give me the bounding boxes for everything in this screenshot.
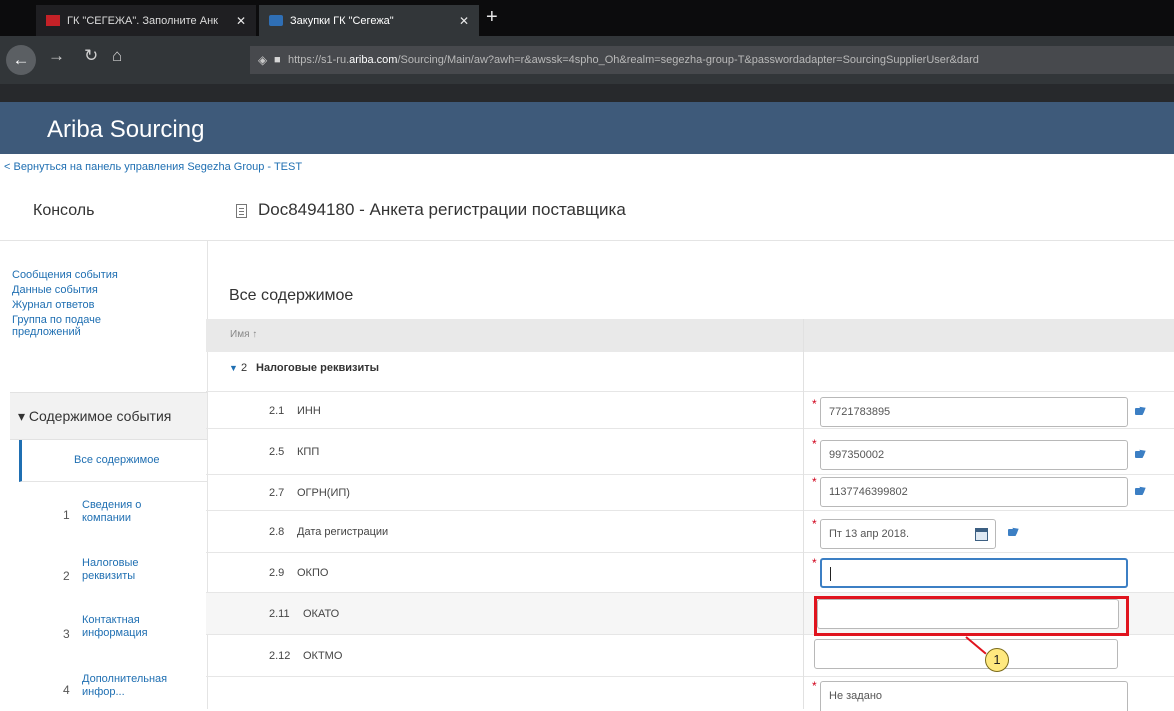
row-number: 2.9 <box>269 567 285 579</box>
sidebar-links: Сообщения события Данные события Журнал … <box>12 269 192 341</box>
table-header: Имя ↑ <box>206 319 1174 352</box>
console-title: Консоль <box>33 202 95 219</box>
url-path: /Sourcing/Main/aw?awh=r&awssk=4spho_Oh&r… <box>397 54 979 66</box>
row-number: 2.1 <box>269 405 285 417</box>
group-row-tax-details[interactable]: ▼ 2 Налоговые реквизиты <box>206 352 1174 392</box>
okpo-field[interactable] <box>820 558 1128 588</box>
tab-title: Закупки ГК "Сегежа" <box>290 14 394 27</box>
required-marker: * <box>812 397 817 411</box>
url-bar[interactable]: ◈ ■ https://s1-ru.ariba.com/Sourcing/Mai… <box>250 46 1174 74</box>
callout-badge: 1 <box>985 648 1009 672</box>
sidebar-item-label: Все содержимое <box>74 454 160 466</box>
sidebar-link-event-messages[interactable]: Сообщения события <box>12 269 192 281</box>
back-to-dashboard-link[interactable]: < Вернуться на панель управления Segezha… <box>4 161 302 173</box>
back-arrow-icon[interactable]: ← <box>6 45 36 75</box>
lock-icon: ■ <box>274 54 281 66</box>
group-number: 2 <box>241 362 248 374</box>
row-number: 2.5 <box>269 446 285 458</box>
browser-nav-bar: ← → ↻ ⌂ ◈ ■ https://s1-ru.ariba.com/Sour… <box>0 36 1174 84</box>
tab-title: ГК "СЕГЕЖА". Заполните Анк <box>67 14 218 27</box>
sidebar-item-additional-info[interactable]: Дополнительная инфор... <box>82 673 182 699</box>
document-icon <box>236 204 247 218</box>
header-divider <box>0 240 1174 241</box>
okato-highlight-box <box>814 596 1129 636</box>
sidebar-item-all-content[interactable]: Все содержимое <box>19 440 207 482</box>
kpp-field[interactable]: 997350002 <box>820 440 1128 470</box>
inn-field[interactable]: 7721783895 <box>820 397 1128 427</box>
copy-value-icon[interactable] <box>1135 448 1149 459</box>
sidebar-item-contact-info[interactable]: Контактная информация <box>82 614 182 640</box>
row-label: Дата регистрации <box>297 526 389 538</box>
required-marker: * <box>812 475 817 489</box>
row-label: ОКТМО <box>303 650 343 662</box>
row-number: 2.12 <box>269 650 291 662</box>
ariba-favicon-icon <box>269 15 283 26</box>
sidebar-link-event-data[interactable]: Данные события <box>12 284 192 296</box>
url-host: ariba.com <box>349 54 398 66</box>
page-title: Doc8494180 - Анкета регистрации поставщи… <box>258 200 626 219</box>
sidebar-link-response-log[interactable]: Журнал ответов <box>12 299 192 311</box>
sidebar-item-number: 1 <box>63 508 70 522</box>
browser-tab-1[interactable]: ГК "СЕГЕЖА". Заполните Анк ✕ <box>36 5 256 36</box>
copy-value-icon[interactable] <box>1135 405 1149 416</box>
text-cursor <box>830 567 831 582</box>
row-label: ОКАТО <box>303 608 340 620</box>
close-tab-icon[interactable]: ✕ <box>236 14 246 28</box>
sidebar-item-company-info[interactable]: Сведения о компании <box>82 499 182 525</box>
new-tab-icon[interactable]: + <box>486 6 498 29</box>
sidebar-section-event-content[interactable]: ▾ Содержимое события <box>10 392 207 440</box>
row-label: ИНН <box>297 405 321 417</box>
segezha-favicon-icon <box>46 15 60 26</box>
column-divider <box>803 319 804 709</box>
reload-icon[interactable]: ↻ <box>84 46 98 66</box>
row-label: ОГРН(ИП) <box>297 487 350 499</box>
sidebar-item-number: 2 <box>63 569 70 583</box>
table-row: 2.8 Дата регистрации <box>206 511 1174 553</box>
app-title: Ariba Sourcing <box>47 116 205 143</box>
column-header-name[interactable]: Имя ↑ <box>230 329 257 340</box>
row-number: 2.7 <box>269 487 285 499</box>
row-label: КПП <box>297 446 320 458</box>
group-label: Налоговые реквизиты <box>256 362 379 374</box>
app-header: Ariba Sourcing <box>0 102 1174 154</box>
oktmo-field[interactable] <box>814 639 1118 669</box>
required-marker: * <box>812 679 817 693</box>
row-number: 2.11 <box>269 608 290 620</box>
sidebar-link-bid-group[interactable]: Группа по подаче предложений <box>12 314 132 338</box>
calendar-icon[interactable] <box>975 528 988 541</box>
shield-icon: ◈ <box>258 53 268 67</box>
copy-value-icon[interactable] <box>1135 485 1149 496</box>
browser-tab-bar: ГК "СЕГЕЖА". Заполните Анк ✕ Закупки ГК … <box>0 0 1174 36</box>
row-label: ОКПО <box>297 567 329 579</box>
registration-date-field[interactable]: Пт 13 апр 2018. <box>820 519 996 549</box>
ogrn-field[interactable]: 1137746399802 <box>820 477 1128 507</box>
section-title: Все содержимое <box>229 287 354 304</box>
required-marker: * <box>812 517 817 531</box>
not-set-select[interactable]: Не задано <box>820 681 1128 711</box>
home-icon[interactable]: ⌂ <box>112 46 122 66</box>
sidebar-item-number: 3 <box>63 627 70 641</box>
browser-tab-2[interactable]: Закупки ГК "Сегежа" ✕ <box>259 5 479 36</box>
expand-arrow-icon[interactable]: ▼ <box>229 363 238 373</box>
forward-arrow-icon[interactable]: → <box>48 46 65 66</box>
sidebar-item-number: 4 <box>63 683 70 697</box>
bookmarks-strip <box>0 84 1174 102</box>
url-prefix: https://s1-ru. <box>288 54 350 66</box>
sidebar-item-tax-details[interactable]: Налоговые реквизиты <box>82 557 182 583</box>
row-number: 2.8 <box>269 526 285 538</box>
required-marker: * <box>812 556 817 570</box>
required-marker: * <box>812 437 817 451</box>
copy-value-icon[interactable] <box>1008 526 1022 537</box>
close-tab-icon[interactable]: ✕ <box>459 14 469 28</box>
